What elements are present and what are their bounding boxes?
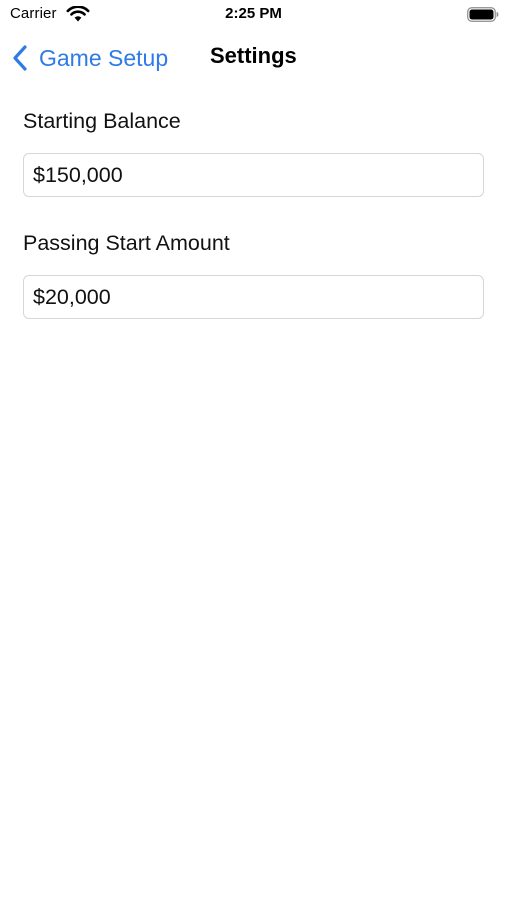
navigation-bar: Game Setup Settings [0, 30, 507, 86]
status-bar: Carrier 2:25 PM [0, 0, 507, 30]
chevron-left-icon [13, 45, 27, 71]
back-button[interactable]: Game Setup [10, 40, 168, 76]
passing-start-amount-field[interactable] [23, 275, 484, 319]
page-title: Settings [210, 43, 297, 68]
starting-balance-field[interactable] [23, 153, 484, 197]
starting-balance-label: Starting Balance [23, 109, 181, 133]
battery-icon [467, 7, 499, 22]
status-time: 2:25 PM [225, 5, 282, 22]
back-button-label: Game Setup [39, 44, 169, 71]
passing-start-amount-label: Passing Start Amount [23, 231, 230, 255]
